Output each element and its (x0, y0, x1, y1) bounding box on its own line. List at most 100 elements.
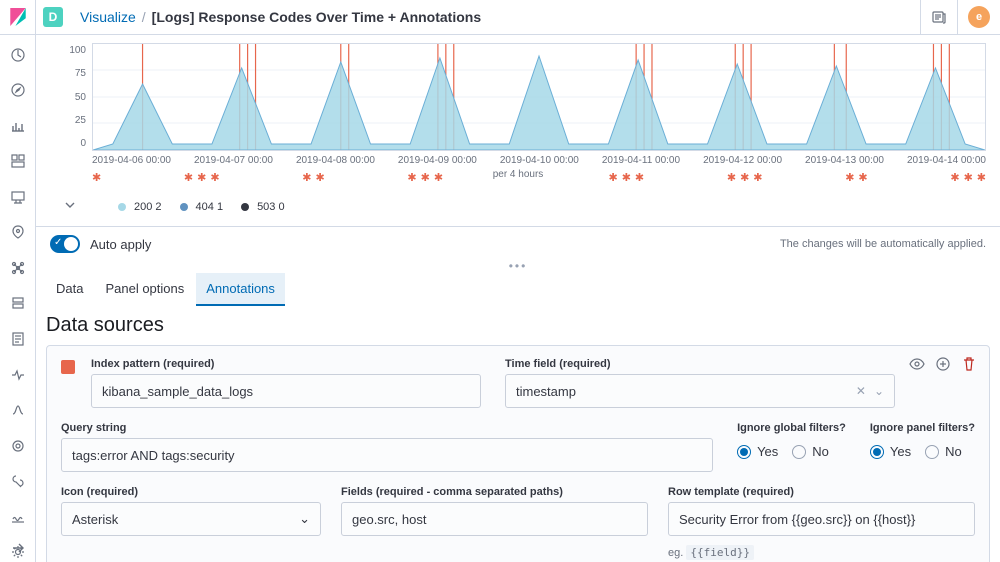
space-badge: D (43, 7, 63, 27)
asterisk-icon: ✱ (740, 171, 749, 183)
asterisk-icon: ✱ (302, 171, 311, 183)
legend-item[interactable]: 404 1 (180, 201, 224, 213)
y-axis-ticks: 100 75 50 25 0 (48, 43, 86, 151)
legend-label: 503 0 (257, 201, 285, 213)
ignore-panel-yes[interactable]: Yes (870, 444, 911, 459)
visibility-icon[interactable] (909, 356, 925, 375)
auto-apply-label: Auto apply (90, 237, 151, 252)
ignore-panel-no[interactable]: No (925, 444, 962, 459)
asterisk-icon: ✱ (316, 171, 325, 183)
breadcrumb-separator: / (136, 9, 152, 25)
space-selector[interactable]: D (36, 7, 70, 27)
nav-expand-icon[interactable] (0, 540, 36, 556)
breadcrumb-root[interactable]: Visualize (80, 9, 136, 25)
nav-uptime-icon[interactable] (8, 400, 28, 420)
breadcrumb-current: [Logs] Response Codes Over Time + Annota… (152, 9, 481, 25)
nav-devtools-icon[interactable] (8, 471, 28, 491)
asterisk-icon: ✱ (950, 171, 959, 183)
tab-panel-options[interactable]: Panel options (95, 273, 194, 306)
time-field-select[interactable]: timestamp ✕ ⌄ (505, 374, 895, 408)
chart-legend: 200 2 404 1 503 0 (106, 201, 285, 213)
asterisk-icon: ✱ (845, 171, 854, 183)
nav-monitoring-icon[interactable] (8, 507, 28, 527)
annotation-marker-group: ✱ ✱ ✱ (184, 171, 220, 183)
side-nav (0, 35, 36, 562)
legend-dot-icon (241, 203, 249, 211)
asterisk-icon: ✱ (635, 171, 644, 183)
asterisk-icon: ✱ (858, 171, 867, 183)
legend-dot-icon (180, 203, 188, 211)
chevron-down-icon[interactable]: ⌄ (299, 511, 310, 527)
fields-label: Fields (required - comma separated paths… (341, 486, 648, 498)
news-icon[interactable] (920, 0, 957, 34)
asterisk-icon: ✱ (184, 171, 193, 183)
asterisk-icon: ✱ (92, 171, 101, 183)
clear-icon[interactable]: ✕ (856, 384, 866, 398)
annotation-marker-group: ✱✱ (302, 171, 324, 183)
asterisk-icon: ✱ (210, 171, 219, 183)
ignore-global-label: Ignore global filters? (737, 422, 846, 434)
asterisk-icon: ✱ (753, 171, 762, 183)
delete-icon[interactable] (961, 356, 977, 375)
row-template-hint: eg. {{field}} (668, 546, 975, 559)
chart-plot[interactable] (92, 43, 986, 151)
chevron-down-icon[interactable]: ⌄ (874, 384, 884, 398)
nav-maps-icon[interactable] (8, 223, 28, 243)
section-title: Data sources (46, 314, 990, 337)
user-avatar[interactable]: e (957, 0, 1000, 34)
time-field-label: Time field (required) (505, 358, 895, 370)
annotation-marker-group: ✱ ✱ ✱ (608, 171, 644, 183)
nav-siem-icon[interactable] (8, 436, 28, 456)
ignore-global-yes[interactable]: Yes (737, 444, 778, 459)
asterisk-icon: ✱ (197, 171, 206, 183)
legend-item[interactable]: 200 2 (118, 201, 162, 213)
asterisk-icon: ✱ (608, 171, 617, 183)
annotation-marker-group: ✱✱ (845, 171, 867, 183)
nav-logs-icon[interactable] (8, 329, 28, 349)
asterisk-icon: ✱ (421, 171, 430, 183)
chart-panel: 100 75 50 25 0 (36, 35, 1000, 222)
nav-compass-icon[interactable] (8, 81, 28, 101)
add-icon[interactable] (935, 356, 951, 375)
ignore-global-no[interactable]: No (792, 444, 829, 459)
auto-apply-info: The changes will be automatically applie… (780, 238, 986, 250)
icon-select[interactable]: Asterisk ⌄ (61, 502, 321, 536)
query-input[interactable]: tags:error AND tags:security (61, 438, 713, 472)
chevron-down-icon[interactable] (62, 197, 86, 216)
tab-annotations[interactable]: Annotations (196, 273, 285, 306)
top-header: D Visualize / [Logs] Response Codes Over… (0, 0, 1000, 35)
drag-handle-icon[interactable]: ••• (36, 259, 1000, 273)
icon-field-label: Icon (required) (61, 486, 321, 498)
nav-ml-icon[interactable] (8, 258, 28, 278)
legend-label: 404 1 (196, 201, 224, 213)
auto-apply-toggle[interactable]: ✓ (50, 235, 80, 253)
nav-visualize-icon[interactable] (8, 116, 28, 136)
legend-item[interactable]: 503 0 (241, 201, 285, 213)
asterisk-icon: ✱ (434, 171, 443, 183)
annotation-marker-group: ✱ (92, 171, 101, 183)
main-content: 100 75 50 25 0 (36, 35, 1000, 562)
series-color-swatch[interactable] (61, 360, 75, 374)
fields-input[interactable]: geo.src, host (341, 502, 648, 536)
annotation-markers-row: ✱✱✱✱✱✱✱✱✱✱✱✱✱✱✱✱✱✱✱✱ (92, 171, 986, 183)
asterisk-icon: ✱ (977, 171, 986, 183)
annotation-marker-group: ✱ ✱ ✱ (407, 171, 443, 183)
index-pattern-input[interactable]: kibana_sample_data_logs (91, 374, 481, 408)
index-pattern-label: Index pattern (required) (91, 358, 481, 370)
query-label: Query string (61, 422, 713, 434)
row-template-input[interactable]: Security Error from {{geo.src}} on {{hos… (668, 502, 975, 536)
breadcrumb: Visualize / [Logs] Response Codes Over T… (70, 9, 920, 25)
asterisk-icon: ✱ (622, 171, 631, 183)
legend-dot-icon (118, 203, 126, 211)
asterisk-icon: ✱ (407, 171, 416, 183)
nav-dashboard-icon[interactable] (8, 152, 28, 172)
annotation-marker-group: ✱✱✱ (727, 171, 763, 183)
tab-data[interactable]: Data (46, 273, 93, 306)
nav-canvas-icon[interactable] (8, 187, 28, 207)
kibana-logo[interactable] (0, 0, 36, 35)
nav-apm-icon[interactable] (8, 365, 28, 385)
nav-discover-icon[interactable] (8, 45, 28, 65)
x-axis-ticks: 2019-04-06 00:00 2019-04-07 00:00 2019-0… (92, 155, 986, 166)
annotation-marker-group: ✱✱✱ (950, 171, 986, 183)
nav-infra-icon[interactable] (8, 294, 28, 314)
